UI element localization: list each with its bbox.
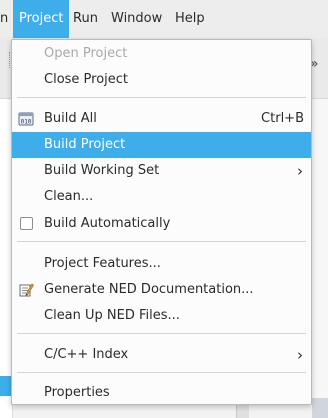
menu-item-clean[interactable]: Clean...: [12, 184, 311, 210]
menu-item-generate-ned-documentation[interactable]: Generate NED Documentation...: [12, 277, 311, 303]
menu-item-label: Properties: [44, 385, 110, 400]
editor-pane: [312, 99, 328, 418]
documentation-icon: [19, 283, 34, 297]
checkbox-icon[interactable]: [20, 217, 33, 230]
menu-separator: [17, 372, 306, 373]
menu-item-label: Build Project: [44, 137, 126, 152]
menu-item-label: Build Working Set: [44, 163, 160, 178]
menu-bar-item-run[interactable]: Run: [67, 0, 104, 38]
menu-item-label: Clean...: [44, 189, 94, 204]
menu-item-close-project[interactable]: Close Project: [12, 67, 311, 93]
menu-item-open-project[interactable]: Open Project: [12, 41, 311, 67]
menu-item-label: Project Features...: [44, 256, 161, 271]
menu-separator: [17, 333, 306, 334]
menu-item-label: Build All: [44, 111, 97, 126]
menu-item-properties[interactable]: Properties: [12, 380, 311, 406]
menu-item-label: Clean Up NED Files...: [44, 308, 180, 323]
menu-separator: [17, 241, 306, 242]
menu-bar-item-window[interactable]: Window: [105, 0, 168, 38]
build-binary-icon: 010: [18, 112, 34, 126]
menu-item-label: Build Automatically: [44, 216, 171, 231]
menu-bar-item-project[interactable]: Project: [13, 0, 70, 38]
menu-item-build-project[interactable]: Build Project: [12, 132, 311, 158]
menu-separator: [17, 97, 306, 98]
menu-item-build-working-set[interactable]: Build Working Set ›: [12, 158, 311, 184]
menu-bar: n Project Run Window Help: [0, 0, 328, 39]
shortcut-label: Ctrl+B: [261, 111, 304, 126]
menu-item-clean-up-ned-files[interactable]: Clean Up NED Files...: [12, 303, 311, 329]
menu-item-label: C/C++ Index: [44, 347, 129, 362]
menu-item-build-all[interactable]: 010 Build All Ctrl+B: [12, 106, 311, 132]
menu-item-label: Close Project: [44, 72, 129, 87]
menu-item-label: Open Project: [44, 46, 128, 61]
menu-item-cpp-index[interactable]: C/C++ Index ›: [12, 342, 311, 368]
editor-scrollbar[interactable]: [312, 398, 328, 418]
chevron-right-icon: ›: [297, 346, 303, 364]
project-menu: Open Project Close Project 010 Build All…: [11, 39, 312, 405]
menu-item-project-features[interactable]: Project Features...: [12, 251, 311, 277]
menu-item-build-automatically[interactable]: Build Automatically: [12, 211, 311, 237]
chevron-right-icon: ›: [297, 162, 303, 180]
menu-bar-item-help[interactable]: Help: [169, 0, 211, 38]
menu-item-label: Generate NED Documentation...: [44, 282, 254, 297]
svg-text:010: 010: [21, 119, 32, 126]
